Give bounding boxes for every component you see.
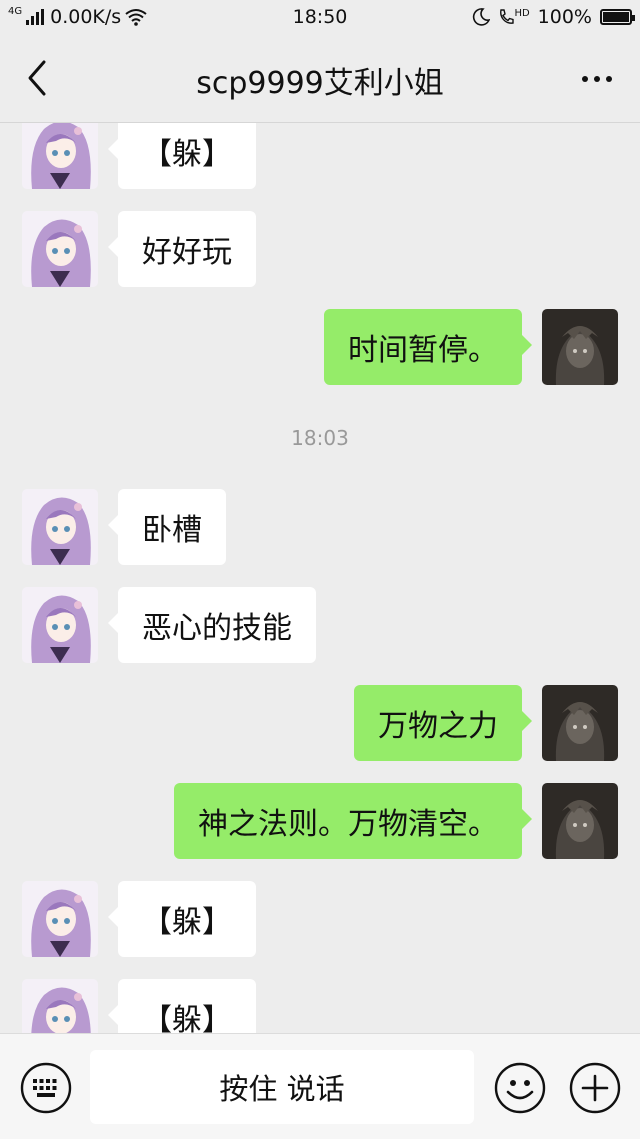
plus-icon[interactable] [569,1062,621,1114]
my-avatar[interactable] [542,685,618,761]
battery-percent: 100% [537,6,592,28]
message-bubble[interactable]: 万物之力 [354,685,532,761]
hd-label: HD [514,8,530,19]
moon-icon [473,8,491,26]
hold-to-talk-button[interactable]: 按住 说话 [90,1050,474,1124]
timestamp-divider: 18:03 [291,426,349,450]
message-bubble[interactable]: 时间暂停。 [324,309,532,385]
hd-call-indicator: HD [498,8,530,26]
message-bubble[interactable]: 好好玩 [108,211,256,287]
input-bar: 按住 说话 [0,1033,640,1139]
chat-header: scp9999艾利小姐 [0,36,640,123]
my-avatar[interactable] [542,309,618,385]
my-avatar[interactable] [542,783,618,859]
contact-avatar[interactable] [22,123,98,189]
message-bubble[interactable]: 神之法则。万物清空。 [174,783,532,859]
contact-avatar[interactable] [22,587,98,663]
message-bubble[interactable]: 卧槽 [108,489,226,565]
message-bubble[interactable]: 【躲】 [108,881,256,957]
phone-icon [500,9,515,24]
status-bar: 4G 0.00K/s 18:50 HD 100% [0,0,640,36]
message-bubble[interactable]: 恶心的技能 [108,587,316,663]
message-bubble[interactable]: 【躲】 [108,123,256,189]
emoji-icon[interactable] [494,1062,546,1114]
battery-icon [600,9,635,25]
keyboard-icon[interactable] [20,1062,72,1114]
contact-avatar[interactable] [22,979,98,1033]
status-right: HD 100% [472,6,635,28]
more-options-icon[interactable] [572,64,622,94]
chat-message-list[interactable]: 【躲】 好好玩 时间暂停。 18:03 卧槽 恶心的技能 万物之力 神之法则。万… [0,123,640,1033]
contact-avatar[interactable] [22,489,98,565]
message-bubble[interactable]: 【躲】 [108,979,256,1033]
contact-avatar[interactable] [22,881,98,957]
chat-title: scp9999艾利小姐 [196,66,444,101]
contact-avatar[interactable] [22,211,98,287]
